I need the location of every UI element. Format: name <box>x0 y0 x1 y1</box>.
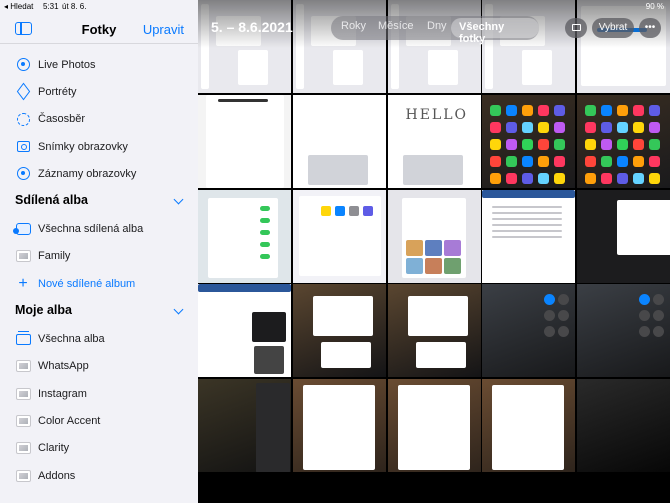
screen-record-icon <box>15 166 31 182</box>
my-albums-section-header[interactable]: Moje alba <box>0 297 198 325</box>
sidebar-item-label: Všechna alba <box>38 333 105 346</box>
sidebar-item-screen-recordings[interactable]: Záznamy obrazovky <box>0 160 198 187</box>
tab-years[interactable]: Roky <box>341 20 366 32</box>
photo-thumbnail[interactable] <box>198 284 291 378</box>
sidebar-item-label: Addons <box>38 469 76 482</box>
photo-thumbnail[interactable] <box>482 189 576 283</box>
sidebar-item-new-shared-album[interactable]: + Nové sdílené album <box>0 270 198 297</box>
photo-thumbnail[interactable] <box>198 189 291 283</box>
sidebar-item-label: Záznamy obrazovky <box>38 167 137 180</box>
live-photos-icon <box>15 57 31 73</box>
back-to-search-link[interactable]: ◂ Hledat <box>4 2 33 11</box>
photo-thumbnail[interactable] <box>387 379 481 472</box>
album-thumb-icon <box>15 440 31 456</box>
tab-months[interactable]: Měsíce <box>378 20 413 32</box>
album-thumb-icon <box>15 413 31 429</box>
slideshow-icon <box>571 24 581 31</box>
tab-all-photos[interactable]: Všechny fotky <box>451 18 539 45</box>
photo-thumbnail[interactable] <box>387 189 481 283</box>
screenshot-icon <box>15 139 31 155</box>
sidebar-item-color-accent[interactable]: Color Accent <box>0 407 198 434</box>
select-button[interactable]: Vybrat <box>592 18 634 38</box>
status-bar: ◂ Hledat 5:31 út 8. 6. <box>0 0 198 12</box>
shared-albums-icon <box>12 221 31 237</box>
sidebar-item-live-photos[interactable]: Live Photos <box>0 51 198 78</box>
sidebar-item-all-albums[interactable]: Všechna alba <box>0 325 198 352</box>
photo-thumbnail[interactable] <box>577 379 670 472</box>
all-albums-icon <box>15 330 31 347</box>
shared-albums-section-header[interactable]: Sdílená alba <box>0 187 198 215</box>
photo-thumbnail[interactable] <box>387 284 481 378</box>
sidebar-item-addons[interactable]: Addons <box>0 462 198 489</box>
view-segmented-control: Roky Měsíce Dny Všechny fotky <box>331 16 539 45</box>
photo-thumbnail[interactable] <box>198 379 291 472</box>
sidebar: ◂ Hledat 5:31 út 8. 6. Fotky Upravit Liv… <box>0 0 198 503</box>
sidebar-item-label: Snímky obrazovky <box>38 140 128 153</box>
sidebar-item-instagram[interactable]: Instagram <box>0 380 198 407</box>
photo-thumbnail[interactable] <box>482 284 576 378</box>
sidebar-item-timelapse[interactable]: Časosběr <box>0 106 198 133</box>
sidebar-item-family[interactable]: Family <box>0 243 198 270</box>
status-time: 5:31 <box>43 2 59 11</box>
photo-thumbnail[interactable]: HELLO <box>387 94 481 188</box>
photo-thumbnail[interactable] <box>292 189 386 283</box>
section-title: Moje alba <box>15 303 72 318</box>
sidebar-item-label: Portréty <box>38 85 77 98</box>
photo-thumbnail[interactable] <box>482 94 576 188</box>
sidebar-item-label: Všechna sdílená alba <box>38 223 144 236</box>
chevron-down-icon[interactable] <box>173 195 184 205</box>
album-thumb-icon <box>15 468 31 484</box>
battery-status: 90 % <box>645 2 664 11</box>
sidebar-item-all-shared-albums[interactable]: Všechna sdílená alba <box>0 215 198 242</box>
more-button[interactable]: ••• <box>639 18 661 38</box>
sidebar-item-clarity[interactable]: Clarity <box>0 435 198 462</box>
handwriting-text: HELLO <box>405 106 468 123</box>
sidebar-item-screenshots[interactable]: Snímky obrazovky <box>0 133 198 160</box>
cube-icon <box>15 83 31 101</box>
sidebar-item-portraits[interactable]: Portréty <box>0 78 198 105</box>
photo-thumbnail[interactable] <box>577 94 670 188</box>
photo-grid: HELLO <box>198 0 670 503</box>
photo-thumbnail[interactable] <box>292 379 386 472</box>
sidebar-item-label: Clarity <box>38 442 70 455</box>
photo-thumbnail[interactable] <box>198 94 291 188</box>
sidebar-item-label: Live Photos <box>38 58 96 71</box>
edit-button[interactable]: Upravit <box>143 22 184 37</box>
photo-thumbnail[interactable] <box>292 94 386 188</box>
album-thumb-icon <box>15 358 31 374</box>
sidebar-item-label: Instagram <box>38 387 87 400</box>
album-thumb-icon <box>15 386 31 402</box>
sidebar-item-label: Nové sdílené album <box>38 277 136 290</box>
photo-thumbnail[interactable] <box>292 284 386 378</box>
photo-thumbnail[interactable] <box>577 189 670 283</box>
photo-thumbnail[interactable] <box>482 379 576 472</box>
slideshow-button[interactable] <box>565 18 587 38</box>
sidebar-header: Fotky Upravit <box>0 14 198 44</box>
sidebar-item-label: Časosběr <box>38 113 86 126</box>
date-range-title: 5. – 8.6.2021 <box>211 19 293 35</box>
status-date: út 8. 6. <box>62 2 87 11</box>
sidebar-item-label: Family <box>38 250 71 263</box>
sidebar-list: Live Photos Portréty Časosběr Snímky obr… <box>0 51 198 489</box>
timelapse-icon <box>15 111 31 127</box>
tab-days[interactable]: Dny <box>427 20 447 32</box>
album-thumb-icon <box>15 248 31 264</box>
ellipsis-icon: ••• <box>644 22 656 33</box>
sidebar-item-whatsapp[interactable]: WhatsApp <box>0 353 198 380</box>
sidebar-item-label: Color Accent <box>38 414 101 427</box>
chevron-down-icon[interactable] <box>173 304 184 315</box>
photo-thumbnail[interactable] <box>577 284 670 378</box>
section-title: Sdílená alba <box>15 193 88 208</box>
plus-icon: + <box>18 274 28 292</box>
sidebar-item-label: WhatsApp <box>38 360 89 373</box>
